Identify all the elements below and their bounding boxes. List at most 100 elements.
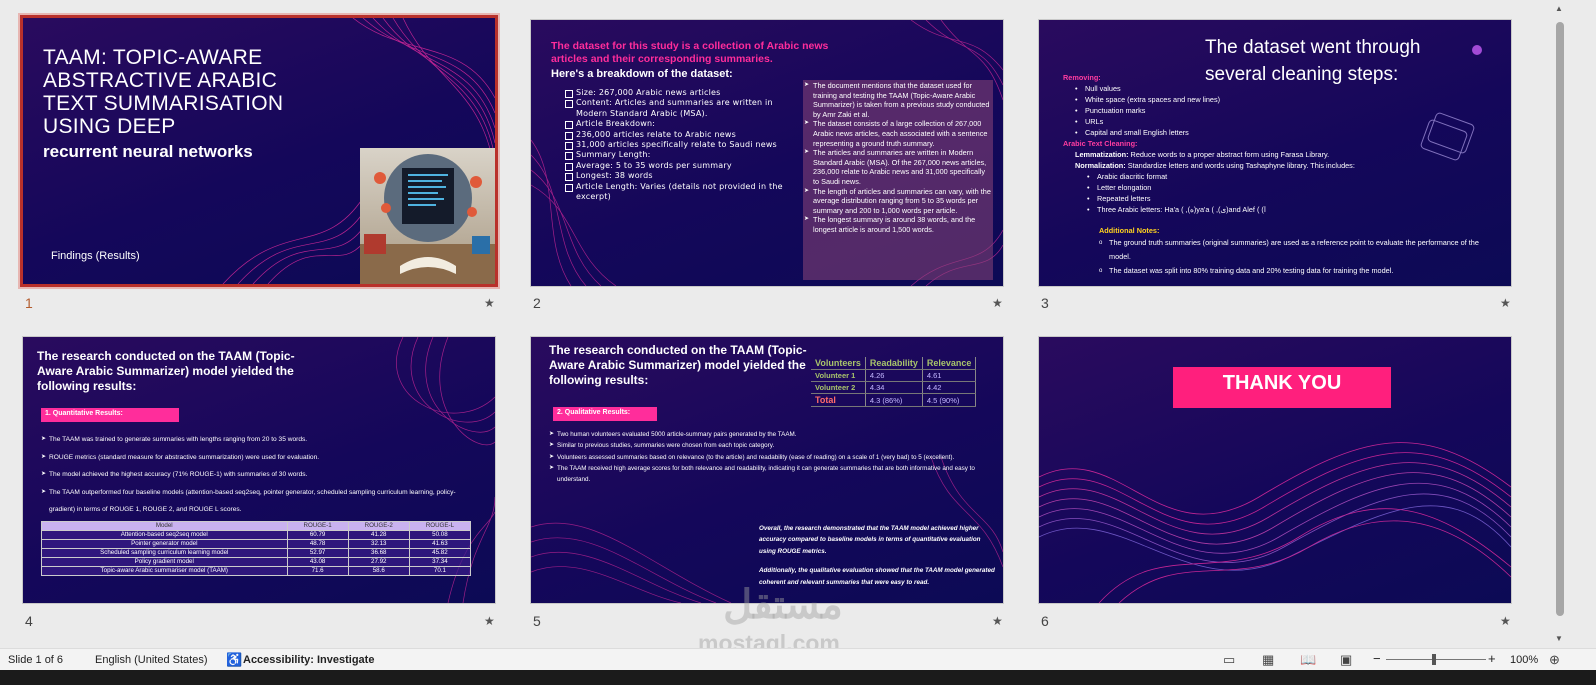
table-cell: 71.6 <box>286 566 349 576</box>
lemmatization-label: Lemmatization: <box>1075 150 1129 159</box>
slide-thumbnail-1[interactable]: TAAM: TOPIC-AWARE ABSTRACTIVE ARABIC TEX… <box>23 18 495 284</box>
table-cell: Volunteer 1 <box>811 369 866 382</box>
star-icon[interactable]: ★ <box>1500 614 1511 628</box>
table-header: Relevance <box>922 357 977 370</box>
normalization-line: Normalization: Standardize letters and w… <box>1075 160 1493 171</box>
table-cell: Policy gradient model <box>41 557 288 567</box>
table-cell: Topic-aware Arabic summariser model (TAA… <box>41 566 288 576</box>
status-bar: Slide 1 of 6 English (United States) ♿ A… <box>0 648 1596 670</box>
note-item: The dataset consists of a large collecti… <box>804 119 991 148</box>
list-item: 236,000 articles relate to Arabic news <box>565 130 785 141</box>
zoom-in-button[interactable]: + <box>1488 651 1496 666</box>
table-cell: 37.34 <box>408 557 472 567</box>
list-item: Punctuation marks <box>1075 105 1493 116</box>
watermark-arabic: مستقل <box>723 583 843 627</box>
slide-number-4: 4 <box>25 613 33 629</box>
note-item: The articles and summaries are written i… <box>804 148 991 186</box>
slide-5-body: Two human volunteers evaluated 5000 arti… <box>549 429 994 485</box>
reading-view-icon[interactable]: 📖 <box>1300 652 1316 668</box>
list-item: Content: Articles and summaries are writ… <box>565 98 785 119</box>
scroll-down-icon[interactable]: ▼ <box>1555 634 1563 643</box>
conclusion-1: Overall, the research demonstrated that … <box>759 525 981 555</box>
removing-label: Removing: <box>1063 73 1101 82</box>
slide-thumbnail-5[interactable]: The research conducted on the TAAM (Topi… <box>531 337 1003 603</box>
zoom-out-button[interactable]: − <box>1373 651 1381 666</box>
list-item: Longest: 38 words <box>565 171 785 182</box>
slide-thumbnail-4[interactable]: The research conducted on the TAAM (Topi… <box>23 337 495 603</box>
accessibility-status[interactable]: Accessibility: Investigate <box>243 654 374 666</box>
table-cell: Scheduled sampling curriculum learning m… <box>41 548 288 558</box>
table-cell: Total <box>811 393 866 407</box>
slide-thumbnail-3[interactable]: The dataset went through several cleanin… <box>1039 20 1511 286</box>
table-header: Readability <box>865 357 923 370</box>
star-icon[interactable]: ★ <box>484 614 495 628</box>
accessibility-icon[interactable]: ♿ <box>226 652 242 668</box>
slide-number-6: 6 <box>1041 613 1049 629</box>
slide-thumbnail-6[interactable]: THANK YOU <box>1039 337 1511 603</box>
slide-sorter-icon[interactable]: ▦ <box>1262 652 1274 668</box>
normalization-text: Standardize letters and words using Tash… <box>1127 161 1355 170</box>
table-cell: 41.28 <box>347 530 410 540</box>
normal-view-icon[interactable]: ▭ <box>1223 652 1235 668</box>
table-row: Scheduled sampling curriculum learning m… <box>41 548 472 558</box>
table-row: Total 4.3 (86%) 4.5 (90%) <box>811 393 977 407</box>
table-cell: 70.1 <box>408 566 472 576</box>
slide-2-subheading: Here's a breakdown of the dataset: <box>551 68 733 80</box>
zoom-level[interactable]: 100% <box>1510 654 1538 666</box>
table-cell: 45.82 <box>408 548 472 558</box>
list-item: The ground truth summaries (original sum… <box>1099 236 1493 264</box>
fit-window-icon[interactable]: ⊕ <box>1549 652 1560 668</box>
normalization-list: Arabic diacritic format Letter elongatio… <box>1087 171 1493 215</box>
table-cell: 4.61 <box>922 369 977 382</box>
list-item: White space (extra spaces and new lines) <box>1075 94 1493 105</box>
table-cell: Attention-based seq2seq model <box>41 530 288 540</box>
table-cell: 48.78 <box>286 539 349 549</box>
slide-number-5: 5 <box>533 613 541 629</box>
star-icon[interactable]: ★ <box>1500 296 1511 310</box>
table-row: Pointer generator model 48.78 32.13 41.6… <box>41 539 472 549</box>
star-icon[interactable]: ★ <box>484 296 495 310</box>
zoom-slider-thumb[interactable] <box>1432 654 1436 665</box>
list-item: Three Arabic letters: Ha'a ( ,(ه)ya'a ( … <box>1087 204 1493 215</box>
table-cell: 4.26 <box>865 369 923 382</box>
table-cell: Volunteer 2 <box>811 381 866 394</box>
note-item: The longest summary is around 38 words, … <box>804 215 991 234</box>
list-item: Letter elongation <box>1087 182 1493 193</box>
slide-number-2: 2 <box>533 295 541 311</box>
table-cell: 52.97 <box>286 548 349 558</box>
slide-5-conclusion: Overall, the research demonstrated that … <box>759 523 999 588</box>
language-indicator[interactable]: English (United States) <box>95 654 208 666</box>
notes-label: Additional Notes: <box>1099 226 1160 235</box>
list-item: Null values <box>1075 83 1493 94</box>
table-row: Volunteer 1 4.26 4.61 <box>811 369 977 382</box>
slide-5-tag: 2. Qualitative Results: <box>553 407 657 421</box>
slideshow-icon[interactable]: ▣ <box>1340 652 1352 668</box>
notes-list: The ground truth summaries (original sum… <box>1099 236 1493 278</box>
table-cell: 36.68 <box>347 548 410 558</box>
cleaning-label: Arabic Text Cleaning: <box>1063 139 1138 148</box>
bullet-item: The TAAM was trained to generate summari… <box>41 431 481 449</box>
table-header: ROUGE-1 <box>286 521 349 531</box>
star-icon[interactable]: ★ <box>992 296 1003 310</box>
slide-number-3: 3 <box>1041 295 1049 311</box>
table-row: Volunteer 2 4.34 4.42 <box>811 381 977 394</box>
scroll-up-icon[interactable]: ▲ <box>1555 4 1563 13</box>
bullet-item: The model achieved the highest accuracy … <box>41 466 481 484</box>
table-header: ROUGE-2 <box>347 521 410 531</box>
list-item: 31,000 articles specifically relate to S… <box>565 140 785 151</box>
bullet-item: The TAAM received high average scores fo… <box>549 463 994 486</box>
table-header-row: Model ROUGE-1 ROUGE-2 ROUGE-L <box>41 521 472 531</box>
thank-you-banner: THANK YOU <box>1173 367 1391 408</box>
list-item: Article Length: Varies (details not prov… <box>565 182 785 203</box>
lemmatization-line: Lemmatization: Reduce words to a proper … <box>1075 149 1493 160</box>
vertical-scrollbar[interactable]: ▲ ▼ <box>1550 0 1569 648</box>
list-item: Summary Length: <box>565 150 785 161</box>
star-icon[interactable]: ★ <box>992 614 1003 628</box>
removing-list: Null values White space (extra spaces an… <box>1075 83 1493 138</box>
zoom-slider[interactable] <box>1386 659 1486 660</box>
table-header-row: Volunteers Readability Relevance <box>811 357 977 370</box>
rouge-table: Model ROUGE-1 ROUGE-2 ROUGE-L Attention-… <box>41 521 472 576</box>
slide-thumbnail-2[interactable]: The dataset for this study is a collecti… <box>531 20 1003 286</box>
slide-4-body: The TAAM was trained to generate summari… <box>41 431 481 519</box>
scrollbar-thumb[interactable] <box>1556 22 1564 616</box>
